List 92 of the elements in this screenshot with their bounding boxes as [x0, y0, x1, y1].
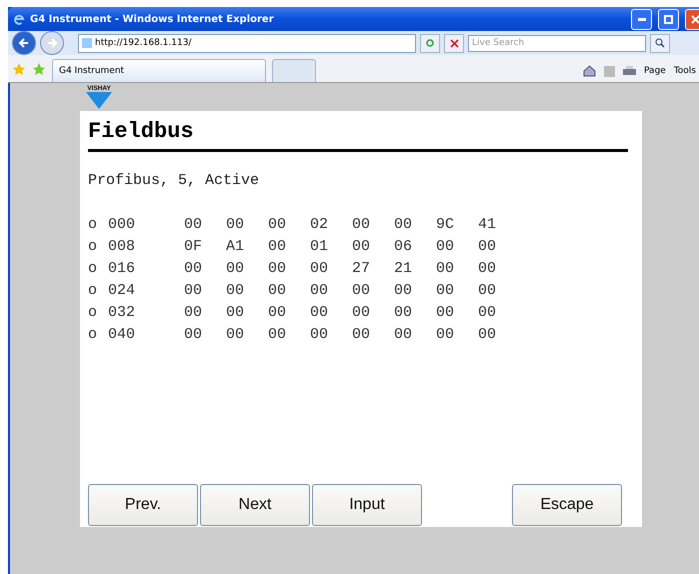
byte-cell-text: 00 — [226, 215, 246, 235]
byte-cell-text: 00 — [352, 281, 372, 301]
forward-button[interactable] — [40, 31, 64, 55]
address-cell-text: 008 — [108, 237, 136, 257]
browser-logo-icon — [12, 12, 26, 26]
byte-cell-text: 00 — [268, 325, 288, 345]
address-field[interactable]: http://192.168.1.113/ — [78, 34, 416, 52]
forward-arrow-icon — [46, 37, 58, 49]
maximize-button[interactable] — [658, 8, 679, 30]
close-icon — [691, 14, 699, 24]
nav-button[interactable]: Escape — [512, 484, 622, 526]
byte-cell-text: 00 — [268, 303, 288, 323]
byte-cell-text: 00 — [352, 325, 372, 345]
row-marker: o — [88, 325, 98, 345]
byte-cell-text: 00 — [310, 325, 330, 345]
byte-cell-text: 00 — [184, 281, 204, 301]
byte-cell-text: 00 — [226, 281, 246, 301]
minimize-button[interactable] — [631, 8, 652, 30]
byte-cell-text: 06 — [394, 237, 414, 257]
print-icon[interactable] — [623, 66, 636, 76]
row-marker: o — [88, 281, 98, 301]
byte-cell-text: 00 — [352, 237, 372, 257]
command-menu[interactable]: Page — [644, 66, 666, 76]
address-cell-text: 040 — [108, 325, 136, 345]
byte-cell-text: 00 — [478, 237, 498, 257]
page-icon — [82, 38, 92, 48]
byte-cell-text: 27 — [352, 259, 372, 279]
byte-cell-text: 00 — [310, 303, 330, 323]
byte-cell-text: 00 — [184, 303, 204, 323]
address-cell-text: 016 — [108, 259, 136, 279]
byte-cell-text: 00 — [478, 281, 498, 301]
address-cell-text: 000 — [108, 215, 136, 235]
row-marker: o — [88, 259, 98, 279]
refresh-icon — [425, 38, 435, 48]
nav-button[interactable]: Next — [200, 484, 310, 526]
star-icon[interactable] — [12, 62, 26, 76]
byte-cell-text: 00 — [394, 325, 414, 345]
byte-cell-text: 00 — [310, 281, 330, 301]
byte-cell-text: 00 — [478, 259, 498, 279]
window-title: G4 Instrument - Windows Internet Explorer — [30, 14, 275, 24]
byte-cell-text: 0F — [184, 237, 204, 257]
status-text: Profibus, 5, Active — [88, 172, 260, 189]
byte-cell-text: 00 — [352, 303, 372, 323]
row-marker: o — [88, 237, 98, 257]
nav-button[interactable]: Input — [312, 484, 422, 526]
byte-cell-text: 00 — [478, 303, 498, 323]
byte-cell-text: 21 — [394, 259, 414, 279]
search-icon — [655, 38, 665, 48]
byte-cell-text: 00 — [394, 303, 414, 323]
stop-icon — [450, 38, 458, 48]
byte-cell-text: 9C — [436, 215, 456, 235]
byte-cell-text: 00 — [436, 303, 456, 323]
refresh-button[interactable] — [420, 34, 440, 52]
byte-cell-text: 00 — [268, 237, 288, 257]
byte-cell-text: 00 — [394, 215, 414, 235]
byte-cell-text: 00 — [436, 281, 456, 301]
back-arrow-icon — [18, 37, 30, 49]
browser-tab[interactable]: G4 Instrument — [52, 59, 266, 82]
home-icon[interactable] — [583, 65, 596, 77]
byte-cell-text: 00 — [226, 259, 246, 279]
byte-cell-text: 00 — [436, 259, 456, 279]
minimize-icon — [638, 18, 646, 20]
row-marker: o — [88, 215, 98, 235]
nav-button[interactable]: Prev. — [88, 484, 198, 526]
byte-cell-text: 00 — [310, 259, 330, 279]
byte-cell-text: 41 — [478, 215, 498, 235]
byte-cell-text: 01 — [310, 237, 330, 257]
maximize-icon — [664, 14, 673, 24]
row-marker: o — [88, 303, 98, 323]
byte-cell-text: 00 — [184, 215, 204, 235]
page-heading: Fieldbus — [88, 119, 628, 152]
search-button[interactable] — [650, 34, 670, 52]
address-cell-text: 032 — [108, 303, 136, 323]
byte-cell-text: 00 — [268, 259, 288, 279]
byte-cell-text: 00 — [226, 325, 246, 345]
byte-cell-text: 00 — [352, 215, 372, 235]
byte-cell-text: 00 — [436, 237, 456, 257]
byte-cell-text: 00 — [226, 303, 246, 323]
byte-cell-text: 00 — [184, 259, 204, 279]
back-button[interactable] — [12, 31, 36, 55]
search-field[interactable]: Live Search — [468, 34, 646, 52]
byte-cell-text: 02 — [310, 215, 330, 235]
byte-cell-text: 00 — [268, 281, 288, 301]
byte-cell-text: 00 — [478, 325, 498, 345]
byte-cell-text: 00 — [394, 281, 414, 301]
command-menu[interactable]: Tools — [674, 66, 696, 76]
byte-cell-text: A1 — [226, 237, 246, 257]
address-cell-text: 024 — [108, 281, 136, 301]
byte-cell-text: 00 — [184, 325, 204, 345]
stop-button[interactable] — [444, 34, 464, 52]
byte-cell-text: 00 — [268, 215, 288, 235]
byte-cell-text: 00 — [436, 325, 456, 345]
